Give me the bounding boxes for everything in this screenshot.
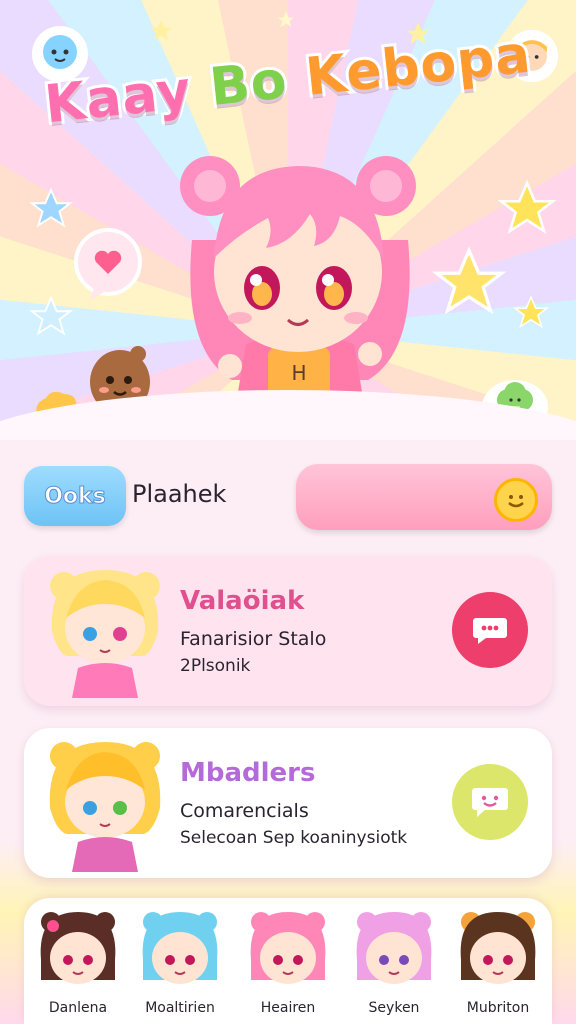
nav-label: Mubriton — [466, 1000, 530, 1016]
card-title: Mbadlers — [180, 758, 316, 788]
star-icon — [150, 20, 172, 41]
card-subtitle: Fanarisior Stalo — [180, 628, 327, 650]
gem-icon — [142, 402, 178, 429]
character-card[interactable]: Mbadlers Comarencials Selecoan Sep koani… — [24, 728, 552, 878]
yellow-blob-sticker — [36, 391, 80, 432]
star-icon — [497, 179, 557, 234]
svg-text:H: H — [291, 361, 306, 385]
nav-label: Seyken — [368, 1000, 420, 1016]
brown-creature-sticker — [90, 346, 150, 414]
star-icon — [29, 187, 73, 228]
character-avatar-icon — [250, 912, 326, 984]
character-avatar-icon — [460, 912, 536, 984]
star-icon — [277, 11, 295, 28]
nav-label: Heairen — [260, 1000, 316, 1016]
star-icon — [29, 295, 73, 336]
title-word-2: Bo — [204, 47, 293, 121]
bottom-character-bar: Danlena Moaltirien Heairen Seyken Mubrit… — [24, 898, 552, 1024]
app-title: Kaay Bo Kebopa — [28, 22, 547, 139]
search-row: Ooks Plaahek — [24, 464, 552, 532]
character-avatar-icon — [356, 912, 432, 984]
title-word-3: Kebopa — [300, 22, 537, 111]
search-input[interactable] — [296, 464, 552, 530]
character-avatar-icon — [40, 912, 116, 984]
nav-item[interactable]: Seyken — [344, 904, 444, 1024]
character-card[interactable]: Valaöiak Fanarisior Stalo 2Plsonik — [24, 556, 552, 706]
nav-item[interactable]: Moaltirien — [130, 904, 230, 1024]
nav-label: Moaltirien — [145, 1000, 215, 1016]
card-detail: 2Plsonik — [180, 656, 251, 676]
mascot-character: H — [180, 156, 416, 440]
nav-item[interactable]: Mubriton — [448, 904, 548, 1024]
hero-banner: H Kaay Bo Kebopa — [0, 0, 576, 440]
nav-item[interactable]: Danlena — [28, 904, 128, 1024]
smiley-search-icon[interactable] — [494, 478, 538, 522]
heart-bubble-icon — [74, 228, 142, 300]
favorite-chat-button[interactable] — [452, 764, 528, 840]
search-row-label: Plaahek — [132, 480, 227, 508]
star-icon — [512, 295, 550, 329]
card-subtitle: Comarencials — [180, 800, 309, 822]
avatar — [49, 742, 161, 872]
nav-label: Danlena — [48, 1000, 108, 1016]
character-avatar-icon — [142, 912, 218, 984]
ooks-button[interactable]: Ooks — [24, 466, 126, 526]
chat-bubble-icon — [473, 618, 507, 644]
broccoli-sticker — [482, 380, 548, 434]
chat-button[interactable] — [452, 592, 528, 668]
heart-chat-icon — [472, 788, 508, 817]
nav-item[interactable]: Heairen — [238, 904, 338, 1024]
star-icon — [431, 246, 507, 315]
avatar — [50, 570, 160, 698]
card-detail: Selecoan Sep koaninysiotk — [180, 828, 408, 848]
card-title: Valaöiak — [180, 586, 305, 616]
